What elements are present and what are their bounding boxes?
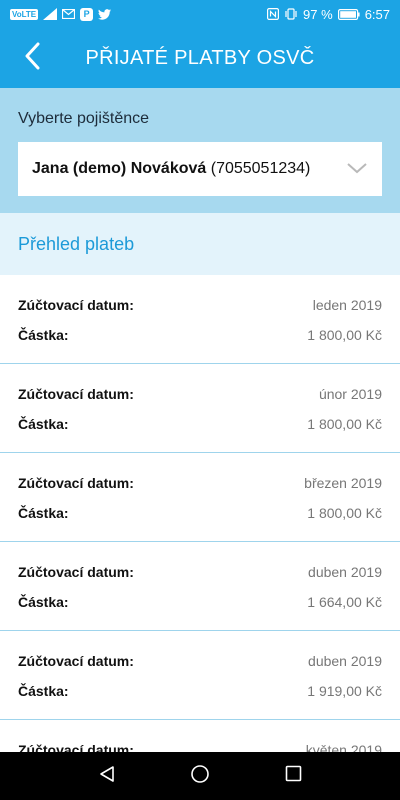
triangle-back-icon [98,765,116,788]
overview-title: Přehled plateb [18,233,135,254]
twitter-icon [98,8,112,20]
payment-date: duben 2019 [308,564,382,580]
payment-item[interactable]: Zúčtovací datum: duben 2019 Částka: 1 664,… [0,542,400,631]
vibrate-icon [284,8,298,20]
amount-label: Částka: [18,416,69,432]
status-right-icons: 97 % 6:57 [267,7,390,22]
nav-recents-button[interactable] [273,756,313,796]
gmail-icon [62,9,76,19]
payment-item[interactable]: Zúčtovací datum: březen 2019 Částka: 1 800… [0,453,400,542]
amount-label: Částka: [18,594,69,610]
signal-4g-icon [43,8,58,20]
payment-amount: 1 800,00 Kč [307,505,382,521]
payment-date: březen 2019 [304,475,382,491]
amount-label: Částka: [18,327,69,343]
overview-header: Přehled plateb [0,213,400,275]
nav-back-button[interactable] [87,756,127,796]
payment-date: únor 2019 [318,386,382,402]
selected-insured-id: (7055051234) [210,160,311,177]
square-recents-icon [285,765,302,787]
payment-date: duben 2019 [308,653,382,669]
nav-home-button[interactable] [180,756,220,796]
date-label: Zúčtovací datum: [18,386,134,402]
navigation-bar [0,752,400,800]
insured-selector-label: Vyberte pojištěnce [18,110,150,127]
payment-date: leden 2019 [312,297,382,313]
battery-icon [337,8,360,20]
chevron-left-icon [24,42,40,75]
insured-selector-section: Vyberte pojištěnce Jana (demo) Nováková … [0,88,400,213]
selected-insured-name: Jana (demo) Nováková [32,160,207,177]
date-label: Zúčtovací datum: [18,475,134,491]
payment-item[interactable]: Zúčtovací datum:květen 2019 Částka: [0,720,400,752]
payment-amount: 1 800,00 Kč [307,327,382,343]
payment-amount: 1 919,00 Kč [307,683,382,699]
chevron-down-icon [346,161,368,180]
selected-insured: Jana (demo) Nováková (7055051234) [32,160,310,178]
payment-item[interactable]: Zúčtovací datum: duben 2019 Částka: 1 919,… [0,631,400,720]
payment-amount: 1 664,00 Kč [307,594,382,610]
nfc-icon [267,8,280,20]
date-label: Zúčtovací datum: [18,653,134,669]
date-label: Zúčtovací datum: [18,297,134,313]
payment-item[interactable]: Zúčtovací datum: leden 2019 Částka: 1 800,… [0,275,400,364]
circle-home-icon [190,764,210,789]
status-left-icons: VoLTE P [10,7,112,21]
insured-dropdown[interactable]: Jana (demo) Nováková (7055051234) [18,142,382,196]
date-label: Zúčtovací datum: [18,742,134,752]
status-bar: VoLTE P 97 % 6:57 [0,0,400,28]
clock: 6:57 [364,6,390,22]
amount-label: Částka: [18,683,69,699]
amount-label: Částka: [18,505,69,521]
payment-amount: 1 800,00 Kč [307,416,382,432]
volte-icon: VoLTE [10,8,39,20]
battery-percent: 97 % [303,6,333,22]
date-label: Zúčtovací datum: [18,564,134,580]
back-button[interactable] [0,28,64,88]
app-bar: PŘIJATÉ PLATBY OSVČ [0,28,400,88]
payment-date: květen 2019 [305,742,382,752]
payment-item[interactable]: Zúčtovací datum: únor 2019 Částka: 1 800,0… [0,364,400,453]
app-icon: P [80,7,94,21]
payments-list[interactable]: Zúčtovací datum: leden 2019 Částka: 1 800,… [0,275,400,752]
